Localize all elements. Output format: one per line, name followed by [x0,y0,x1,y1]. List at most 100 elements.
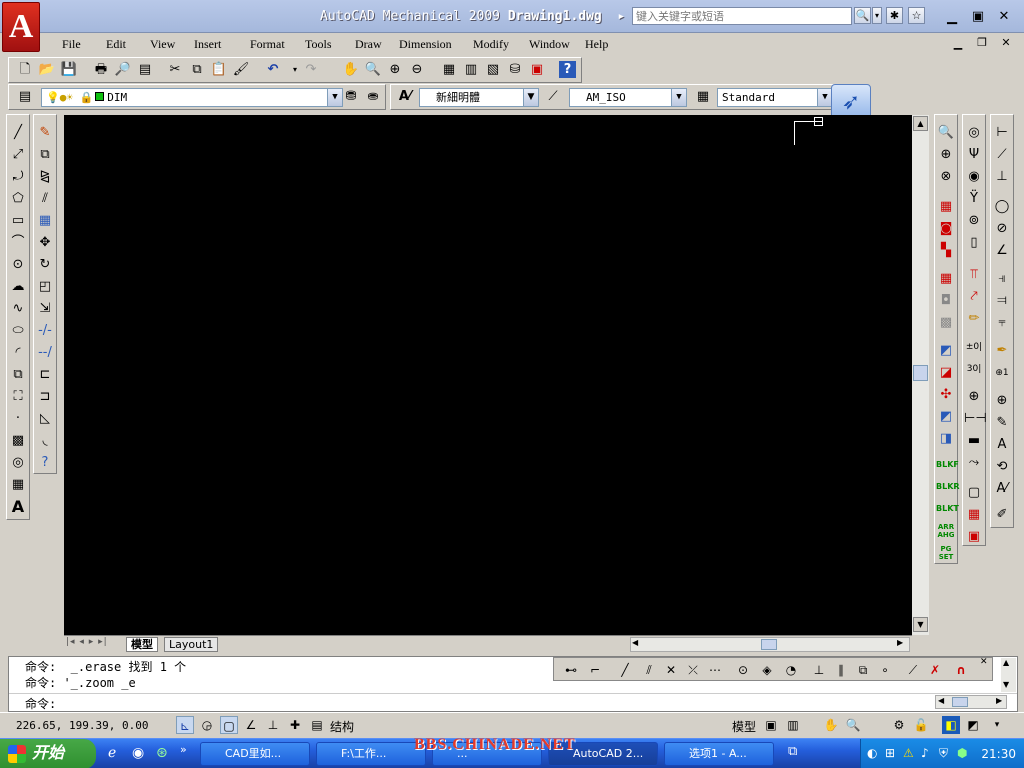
tray-alert-icon[interactable]: ⚠ [903,746,914,760]
tray-volume-icon[interactable]: ♪ [921,746,929,760]
multiline-text-icon[interactable]: A [8,497,28,517]
insert-block-icon[interactable]: ⧉ [8,365,28,385]
construction-line-icon[interactable]: ⤢ [8,145,28,165]
polar-icon[interactable]: ∠ [242,716,260,734]
diameter-dim-icon[interactable]: ⊘ [992,219,1012,239]
tab-layout1[interactable]: Layout1 [164,637,219,652]
arr-ahg-label[interactable]: ARR AHG [936,521,956,541]
markup-icon[interactable]: ▣ [527,60,547,80]
zoom-realtime-icon[interactable]: 🔍 [363,60,383,80]
offset-icon[interactable]: ⫽ [35,189,55,209]
block-t-label[interactable]: BLKT [936,499,959,519]
favorites-star-icon[interactable]: ☆ [908,7,925,24]
scroll-up-icon[interactable]: ▲ [1003,658,1009,667]
table-icon[interactable]: ▦ [8,475,28,495]
mirror-icon[interactable]: ⧎ [35,167,55,187]
array-icon[interactable]: ▦ [35,211,55,231]
scroll-right-icon[interactable]: ▶ [897,638,903,647]
zoom-window-icon[interactable]: ⊕ [936,145,956,165]
match-properties-icon[interactable]: 🖌 [231,60,251,80]
layout-icon[interactable]: ▥ [784,716,802,734]
redo-icon[interactable]: ↷ [301,60,321,80]
dim-text-edit-icon[interactable]: A [992,435,1012,455]
temp-track-icon[interactable]: ⊷ [562,661,580,679]
cut-icon[interactable]: ✂ [165,60,185,80]
revision-icon[interactable]: ▣ [964,527,984,547]
move-icon[interactable]: ✥ [35,233,55,253]
doc-close-button[interactable]: ✕ [996,35,1016,51]
help-icon[interactable]: ? [35,453,55,473]
menu-window[interactable]: Window [529,37,570,52]
snap-perpendicular-icon[interactable]: ⊥ [810,661,828,679]
task-options[interactable]: 选项1 - A... [664,742,774,766]
pan-icon[interactable]: ✋ [822,716,840,734]
block-r-label[interactable]: BLKR [936,477,960,497]
task-cad-forum[interactable]: CAD里如... [200,742,310,766]
lineweight-icon[interactable]: ▤ [308,716,326,734]
layer-combo[interactable]: 💡●☀ 🔒 DIM ▼ [41,88,343,107]
command-h-scrollbar[interactable]: ◀ ▶ [935,695,1007,709]
hatch-icon[interactable]: ▩ [8,431,28,451]
radius-dim-icon[interactable]: ◯ [992,197,1012,217]
help-icon[interactable]: ? [559,61,576,78]
snap-node-icon[interactable]: ∘ [876,661,894,679]
menu-insert[interactable]: Insert [194,37,221,52]
autocad-logo-button[interactable]: A [2,2,40,52]
doc-restore-button[interactable]: ❐ [972,35,992,51]
close-button[interactable]: ✕ [994,9,1014,25]
tab-model[interactable]: 模型 [126,637,158,652]
chevron-down-icon[interactable]: ▼ [817,89,832,106]
menu-draw[interactable]: Draw [355,37,382,52]
hatch-pattern-icon[interactable]: ▬ [964,431,984,451]
title-block-icon[interactable]: ▦ [964,505,984,525]
vertical-scrollbar[interactable]: ▲ ▼ [912,115,929,635]
zoom-realtime-icon[interactable]: 🔍 [936,123,956,143]
snap-insert-icon[interactable]: ⧉ [854,661,872,679]
workspace-gear-icon[interactable]: ⚙ [890,716,908,734]
paste-icon[interactable]: 📋 [209,60,229,80]
horizontal-scrollbar[interactable]: ◀ ▶ [630,637,910,652]
dim-edit-icon[interactable]: ✎ [992,413,1012,433]
nut-icon[interactable]: ⊚ [964,211,984,231]
fit-list-icon[interactable]: 30| [964,359,984,379]
h-scroll-thumb[interactable] [761,639,777,650]
polygon-icon[interactable]: ⬠ [8,189,28,209]
snap-settings-icon[interactable]: ∩ [952,661,970,679]
scroll-down-icon[interactable]: ▼ [913,617,928,632]
leader-icon[interactable]: ⤳ [964,453,984,473]
grid-icon[interactable]: ◶ [198,716,216,734]
layer-group-icon[interactable]: ▦ [936,269,956,289]
menu-edit[interactable]: Edit [106,37,126,52]
snap-extension-icon[interactable]: ⋯ [706,661,724,679]
ordinate-dim-icon[interactable]: ⊥ [992,167,1012,187]
quicklaunch-icon[interactable]: ⊛ [156,745,168,761]
revision-cloud-icon[interactable]: ☁ [8,277,28,297]
quick-dim-icon[interactable]: ⫣ [992,269,1012,289]
rotate-icon[interactable]: ↻ [35,255,55,275]
pin-icon[interactable]: ▯ [964,233,984,253]
tray-app-icon[interactable]: ◐ [867,746,877,760]
model-icon[interactable]: ▣ [762,716,780,734]
minimize-button[interactable]: ▁ [942,10,962,26]
chevron-down-icon[interactable]: ▼ [327,89,342,106]
angular-dim-icon[interactable]: ∠ [992,241,1012,261]
plot-icon[interactable]: 🖶 [91,60,111,80]
tray-network-icon[interactable]: ⊞ [885,746,895,760]
communication-center-icon[interactable]: ✱ [886,7,903,24]
snap-intersection-icon[interactable]: ✕ [662,661,680,679]
properties-icon[interactable]: ▦ [439,60,459,80]
dim-override-icon[interactable]: ✐ [992,505,1012,525]
object-change-icon[interactable]: ◩ [936,407,956,427]
plot-preview-icon[interactable]: 🔎 [113,60,133,80]
browser-icon[interactable]: ◉ [132,745,144,761]
erase-icon[interactable]: ✎ [35,123,55,143]
stretch-icon[interactable]: ⇲ [35,299,55,319]
copy-object-icon[interactable]: ⧉ [35,145,55,165]
scale-icon[interactable]: ◰ [35,277,55,297]
chevron-down-icon[interactable]: ▼ [671,89,686,106]
break-icon[interactable]: ⊐ [35,387,55,407]
osnap-icon[interactable]: ⊥ [264,716,282,734]
menu-format[interactable]: Format [250,37,285,52]
balloon-icon[interactable]: ⤤ [964,287,984,307]
object-copy-icon[interactable]: ◪ [936,363,956,383]
